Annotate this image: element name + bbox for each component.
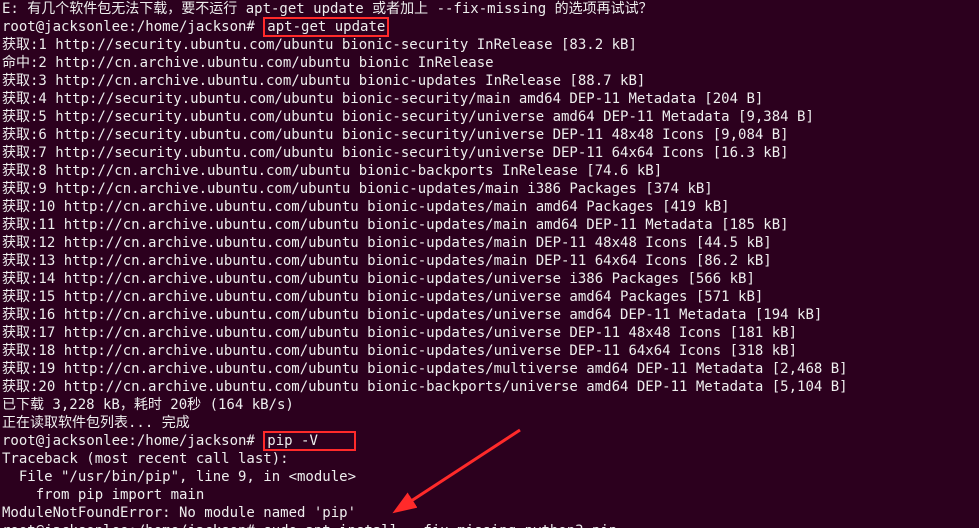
terminal-text: 获取:15 http://cn.archive.ubuntu.com/ubunt… <box>2 289 763 305</box>
terminal-line: 获取:18 http://cn.archive.ubuntu.com/ubunt… <box>2 342 977 360</box>
terminal-line: ModuleNotFoundError: No module named 'pi… <box>2 504 977 522</box>
terminal-line: 获取:13 http://cn.archive.ubuntu.com/ubunt… <box>2 252 977 270</box>
terminal-line: 已下载 3,228 kB，耗时 20秒 (164 kB/s) <box>2 396 977 414</box>
terminal-text: 正在读取软件包列表... 完成 <box>2 415 190 431</box>
terminal-text: 已下载 3,228 kB，耗时 20秒 (164 kB/s) <box>2 397 294 413</box>
terminal-text: 获取:18 http://cn.archive.ubuntu.com/ubunt… <box>2 343 797 359</box>
terminal-line: 获取:1 http://security.ubuntu.com/ubuntu b… <box>2 36 977 54</box>
terminal-text: 获取:11 http://cn.archive.ubuntu.com/ubunt… <box>2 217 789 233</box>
terminal-line: 获取:4 http://security.ubuntu.com/ubuntu b… <box>2 90 977 108</box>
terminal-text: 获取:9 http://cn.archive.ubuntu.com/ubuntu… <box>2 181 713 197</box>
terminal-line: File "/usr/bin/pip", line 9, in <module> <box>2 468 977 486</box>
terminal-line: 获取:15 http://cn.archive.ubuntu.com/ubunt… <box>2 288 977 306</box>
terminal-line: from pip import main <box>2 486 977 504</box>
terminal-text: root@jacksonlee:/home/jackson# sudo apt … <box>2 523 617 528</box>
terminal-text: E: 有几个软件包无法下载，要不运行 apt-get update 或者加上 -… <box>2 1 653 17</box>
terminal-line: 获取:17 http://cn.archive.ubuntu.com/ubunt… <box>2 324 977 342</box>
terminal-line: root@jacksonlee:/home/jackson# sudo apt … <box>2 522 977 528</box>
terminal-line: 获取:16 http://cn.archive.ubuntu.com/ubunt… <box>2 306 977 324</box>
terminal-text: 获取:14 http://cn.archive.ubuntu.com/ubunt… <box>2 271 755 287</box>
terminal-output[interactable]: E: 有几个软件包无法下载，要不运行 apt-get update 或者加上 -… <box>0 0 979 528</box>
terminal-text: 获取:20 http://cn.archive.ubuntu.com/ubunt… <box>2 379 848 395</box>
terminal-text: Traceback (most recent call last): <box>2 451 289 467</box>
terminal-line: 获取:10 http://cn.archive.ubuntu.com/ubunt… <box>2 198 977 216</box>
terminal-text: root@jacksonlee:/home/jackson# <box>2 433 263 449</box>
terminal-text: 获取:3 http://cn.archive.ubuntu.com/ubuntu… <box>2 73 645 89</box>
terminal-line: 获取:3 http://cn.archive.ubuntu.com/ubuntu… <box>2 72 977 90</box>
terminal-line: E: 有几个软件包无法下载，要不运行 apt-get update 或者加上 -… <box>2 0 977 18</box>
terminal-line: 正在读取软件包列表... 完成 <box>2 414 977 432</box>
terminal-line: 获取:6 http://security.ubuntu.com/ubuntu b… <box>2 126 977 144</box>
terminal-text: 获取:16 http://cn.archive.ubuntu.com/ubunt… <box>2 307 822 323</box>
terminal-line: 获取:7 http://security.ubuntu.com/ubuntu b… <box>2 144 977 162</box>
terminal-line: 命中:2 http://cn.archive.ubuntu.com/ubuntu… <box>2 54 977 72</box>
terminal-text: 获取:4 http://security.ubuntu.com/ubuntu b… <box>2 91 763 107</box>
terminal-text: root@jacksonlee:/home/jackson# <box>2 19 263 35</box>
terminal-line: 获取:20 http://cn.archive.ubuntu.com/ubunt… <box>2 378 977 396</box>
terminal-text: File "/usr/bin/pip", line 9, in <module> <box>2 469 356 485</box>
terminal-text: 获取:17 http://cn.archive.ubuntu.com/ubunt… <box>2 325 797 341</box>
terminal-text: 获取:10 http://cn.archive.ubuntu.com/ubunt… <box>2 199 730 215</box>
terminal-text: 获取:12 http://cn.archive.ubuntu.com/ubunt… <box>2 235 772 251</box>
terminal-text: 获取:13 http://cn.archive.ubuntu.com/ubunt… <box>2 253 772 269</box>
terminal-text: from pip import main <box>2 487 204 503</box>
terminal-line: 获取:9 http://cn.archive.ubuntu.com/ubuntu… <box>2 180 977 198</box>
terminal-line: Traceback (most recent call last): <box>2 450 977 468</box>
terminal-line: 获取:12 http://cn.archive.ubuntu.com/ubunt… <box>2 234 977 252</box>
terminal-line: root@jacksonlee:/home/jackson# apt-get u… <box>2 18 977 36</box>
highlighted-command: apt-get update <box>263 17 389 37</box>
terminal-text: 获取:7 http://security.ubuntu.com/ubuntu b… <box>2 145 789 161</box>
terminal-line: root@jacksonlee:/home/jackson# pip -V <box>2 432 977 450</box>
terminal-text: 获取:6 http://security.ubuntu.com/ubuntu b… <box>2 127 789 143</box>
terminal-text: ModuleNotFoundError: No module named 'pi… <box>2 505 356 521</box>
terminal-line: 获取:19 http://cn.archive.ubuntu.com/ubunt… <box>2 360 977 378</box>
terminal-line: 获取:14 http://cn.archive.ubuntu.com/ubunt… <box>2 270 977 288</box>
terminal-text: 获取:8 http://cn.archive.ubuntu.com/ubuntu… <box>2 163 662 179</box>
terminal-line: 获取:5 http://security.ubuntu.com/ubuntu b… <box>2 108 977 126</box>
highlighted-command: pip -V <box>263 431 355 451</box>
terminal-text: 获取:19 http://cn.archive.ubuntu.com/ubunt… <box>2 361 848 377</box>
terminal-line: 获取:11 http://cn.archive.ubuntu.com/ubunt… <box>2 216 977 234</box>
terminal-text: 获取:5 http://security.ubuntu.com/ubuntu b… <box>2 109 814 125</box>
terminal-text: 命中:2 http://cn.archive.ubuntu.com/ubuntu… <box>2 55 494 71</box>
terminal-line: 获取:8 http://cn.archive.ubuntu.com/ubuntu… <box>2 162 977 180</box>
terminal-text: 获取:1 http://security.ubuntu.com/ubuntu b… <box>2 37 637 53</box>
